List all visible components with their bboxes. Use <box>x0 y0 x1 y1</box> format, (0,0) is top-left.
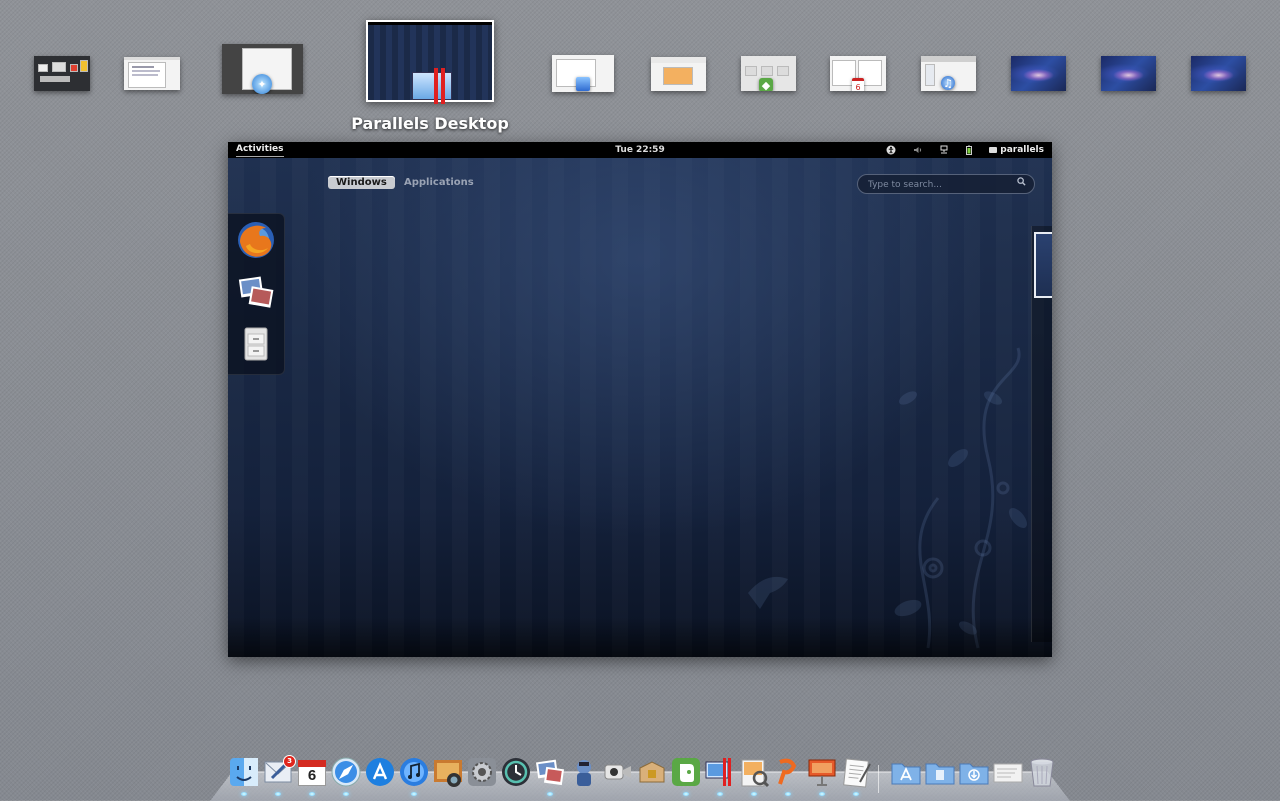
clock-container: Tue 22:59 <box>228 142 1052 158</box>
tab-windows[interactable]: Windows <box>328 176 395 189</box>
gnome-top-bar: Activities Tue 22:59 parallels <box>228 142 1052 158</box>
space-thumbnail-parallels-desktop[interactable] <box>366 20 494 104</box>
space-thumbnail-preview[interactable] <box>552 55 614 92</box>
parallels-icon <box>412 72 452 100</box>
active-space-label: Parallels Desktop <box>351 114 509 133</box>
user-menu[interactable]: parallels <box>989 142 1044 158</box>
overview-bottom-shade <box>228 617 1052 657</box>
photo-booth-icon[interactable] <box>534 756 566 788</box>
ical-icon[interactable]: 6 <box>296 756 328 788</box>
preview-icon <box>576 77 590 91</box>
evernote-icon[interactable] <box>670 756 702 788</box>
gnome-guest-window[interactable]: Activities Tue 22:59 parallels Windows A… <box>228 142 1052 657</box>
automator-icon[interactable] <box>568 756 600 788</box>
documents-folder-icon[interactable] <box>924 756 956 788</box>
wallpaper-vines-decoration <box>748 347 1027 649</box>
iphoto-icon[interactable] <box>432 756 464 788</box>
keynote-icon[interactable] <box>806 756 838 788</box>
dock-separator <box>878 765 879 793</box>
network-icon[interactable] <box>939 145 949 155</box>
pages-icon[interactable] <box>772 756 804 788</box>
running-indicator-mail <box>275 792 281 796</box>
space-thumbnail-desktop-6[interactable] <box>651 57 706 91</box>
space-thumbnail-desktop-12[interactable] <box>1191 56 1246 91</box>
space-thumbnail-ical[interactable]: 6 <box>830 56 886 91</box>
space-thumbnail-evernote[interactable]: ◆ <box>741 56 796 91</box>
document-stack-icon[interactable] <box>992 756 1024 788</box>
search-icon <box>1017 177 1026 186</box>
user-name: parallels <box>1000 145 1044 155</box>
volume-icon[interactable] <box>913 145 923 155</box>
itunes-icon: ♫ <box>941 76 955 90</box>
space-thumbnail-dashboard[interactable] <box>34 56 90 91</box>
evernote-icon: ◆ <box>759 78 773 91</box>
textedit-icon[interactable] <box>840 756 872 788</box>
running-indicator-ical <box>309 792 315 796</box>
space-thumbnail-desktop-2[interactable] <box>124 57 180 90</box>
running-indicator-pages <box>785 792 791 796</box>
running-indicator-safari <box>343 792 349 796</box>
activities-button[interactable]: Activities <box>236 142 284 157</box>
space-thumbnail-safari[interactable]: ✦ <box>222 44 303 94</box>
firefox-icon[interactable] <box>236 220 276 260</box>
app-store-icon[interactable] <box>364 756 396 788</box>
battery-icon[interactable] <box>964 145 974 155</box>
files-icon[interactable] <box>236 324 276 364</box>
clock[interactable]: Tue 22:59 <box>615 145 664 155</box>
running-indicator-photo-booth <box>547 792 553 796</box>
running-indicator-parallels <box>717 792 723 796</box>
mail-badge: 3 <box>283 755 296 768</box>
safari-icon: ✦ <box>252 74 272 94</box>
running-indicator-textedit <box>853 792 859 796</box>
archive-utility-icon[interactable] <box>636 756 668 788</box>
ical-icon: 6 <box>852 78 864 91</box>
search-input[interactable] <box>866 177 1010 193</box>
parallels-bars-icon <box>434 68 446 104</box>
running-indicator-evernote <box>683 792 689 796</box>
preview-icon[interactable] <box>738 756 770 788</box>
safari-icon[interactable] <box>330 756 362 788</box>
shotwell-icon[interactable] <box>236 272 276 312</box>
gnome-overview: Windows Applications <box>228 158 1052 657</box>
workspace-thumbnail-1[interactable] <box>1034 232 1052 298</box>
view-selector: Windows Applications <box>328 176 480 189</box>
downloads-folder-icon[interactable] <box>958 756 990 788</box>
accessibility-icon[interactable] <box>886 145 896 155</box>
space-thumbnail-itunes[interactable]: ♫ <box>921 56 976 91</box>
space-thumbnail-desktop-11[interactable] <box>1101 56 1156 91</box>
finder-icon[interactable] <box>228 756 260 788</box>
tab-applications[interactable]: Applications <box>398 176 480 189</box>
running-indicator-keynote <box>819 792 825 796</box>
chat-bubble-icon <box>989 146 998 153</box>
running-indicator-itunes <box>411 792 417 796</box>
applications-folder-icon[interactable] <box>890 756 922 788</box>
space-thumbnail-desktop-10[interactable] <box>1011 56 1066 91</box>
parallels-desktop-icon[interactable] <box>704 756 736 788</box>
system-preferences-icon[interactable] <box>466 756 498 788</box>
facetime-icon[interactable] <box>602 756 634 788</box>
calendar-day: 6 <box>307 767 317 784</box>
itunes-icon[interactable] <box>398 756 430 788</box>
search-box[interactable] <box>857 174 1035 194</box>
trash-icon[interactable] <box>1026 756 1058 788</box>
time-machine-icon[interactable] <box>500 756 532 788</box>
running-indicator-finder <box>241 792 247 796</box>
dash <box>228 213 285 375</box>
running-indicator-preview <box>751 792 757 796</box>
